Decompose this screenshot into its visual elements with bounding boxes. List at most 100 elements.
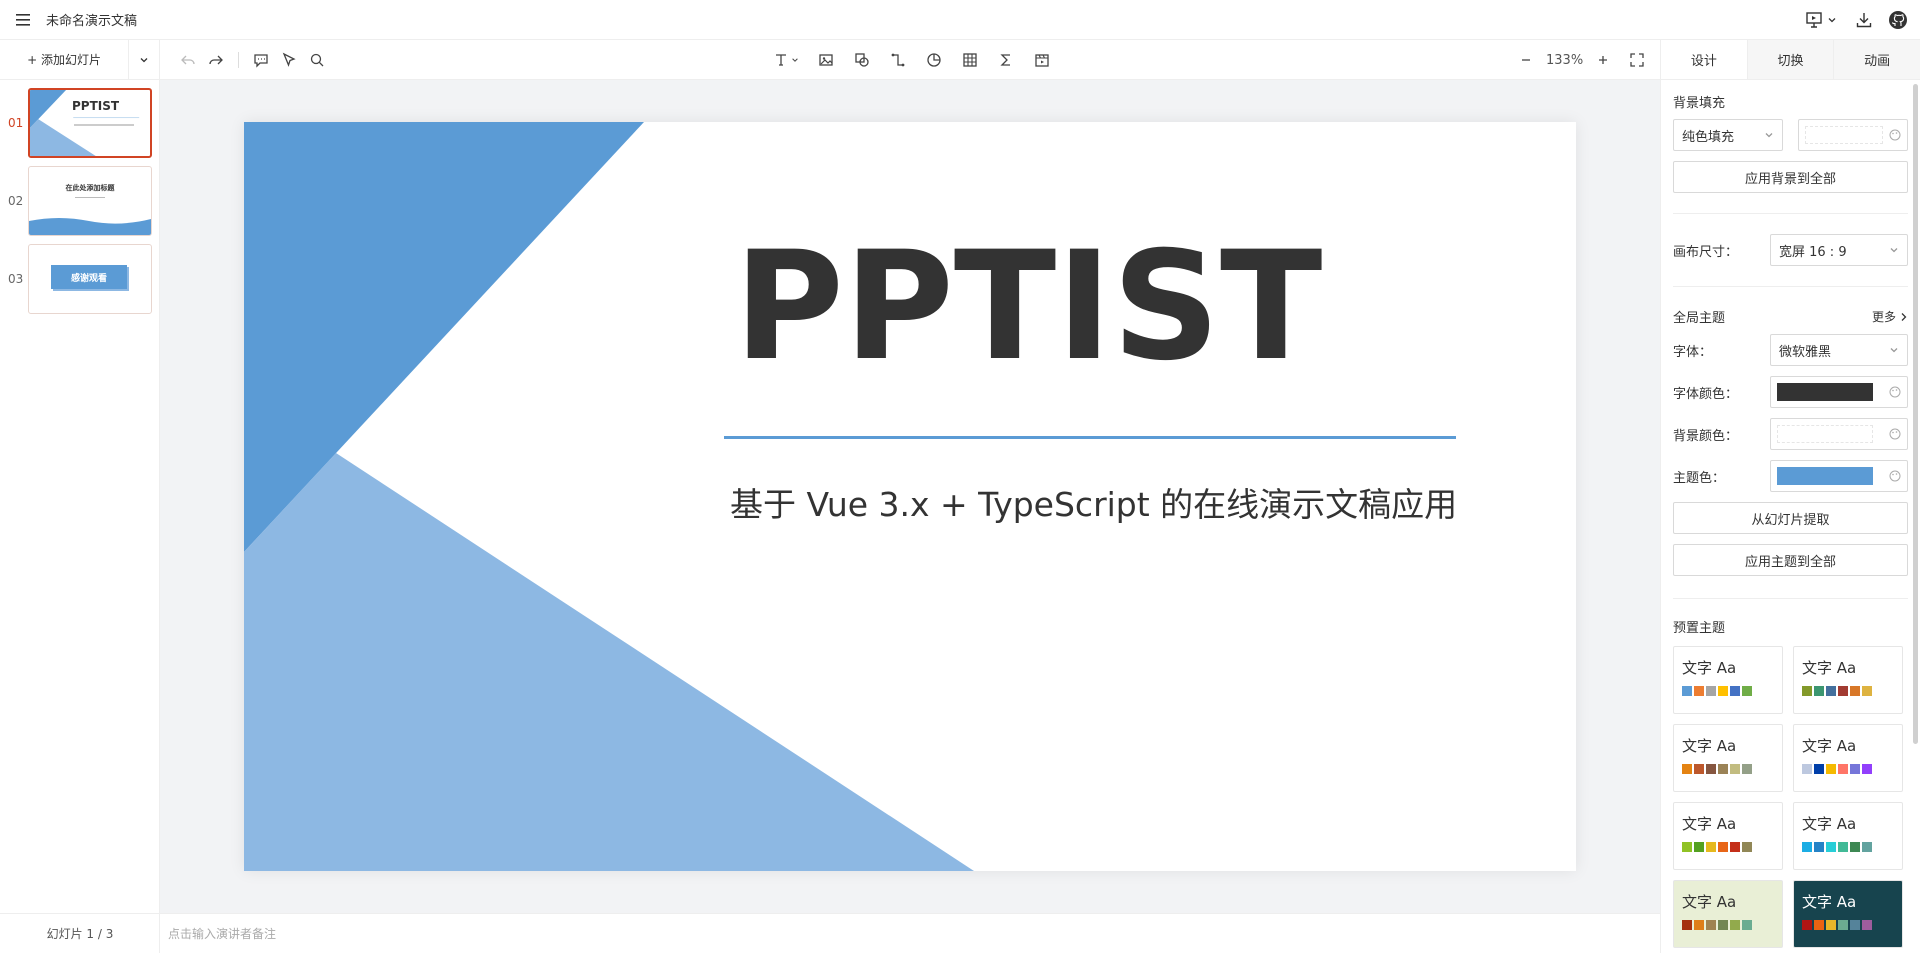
color-swatch [1742, 686, 1752, 696]
color-swatch [1742, 764, 1752, 774]
preset-theme-card[interactable]: 文字 Aa [1793, 646, 1903, 714]
redo-button[interactable] [202, 46, 230, 74]
color-swatch [1826, 920, 1836, 930]
sigma-icon [1000, 54, 1010, 66]
slide-subtitle[interactable]: 基于 Vue 3.x + TypeScript 的在线演示文稿应用 [730, 478, 1457, 526]
bg-color-picker[interactable] [1770, 418, 1908, 450]
select-button[interactable] [275, 46, 303, 74]
slide-thumbnail-2[interactable]: 在此处添加标题 [28, 166, 152, 236]
background-color-picker[interactable] [1798, 119, 1908, 151]
preset-theme-card[interactable]: 文字 Aa [1793, 802, 1903, 870]
search-button[interactable] [303, 46, 331, 74]
fill-type-select[interactable]: 纯色填充 [1673, 119, 1783, 151]
bg-color-row: 背景颜色： [1673, 418, 1908, 450]
font-select[interactable]: 微软雅黑 [1770, 334, 1908, 366]
zoom-in-button[interactable] [1589, 46, 1617, 74]
minus-icon [1522, 59, 1530, 61]
tab-design[interactable]: 设计 [1661, 40, 1747, 79]
speaker-notes-input[interactable]: 点击输入演讲者备注 [160, 913, 1660, 953]
preset-theme-title: 预置主题 [1673, 621, 1726, 636]
chevron-down-icon [140, 57, 148, 62]
section-divider [1673, 598, 1908, 599]
preset-theme-card[interactable]: 文字 Aa [1673, 724, 1783, 792]
insert-formula-button[interactable] [992, 46, 1020, 74]
color-swatch [1826, 842, 1836, 852]
preset-theme-sample-text: 文字 Aa [1682, 737, 1737, 755]
color-swatch [1826, 686, 1836, 696]
slide-title[interactable]: PPTIST [734, 232, 1322, 382]
preset-theme-card[interactable]: 文字 Aa [1673, 646, 1783, 714]
chevron-down-icon [1890, 348, 1898, 353]
preset-theme-card[interactable]: 文字 Aa [1793, 880, 1903, 948]
more-themes-link[interactable]: 更多 [1872, 308, 1908, 325]
extract-theme-button[interactable]: 从幻灯片提取 [1673, 502, 1908, 534]
more-label: 更多 [1871, 310, 1896, 324]
color-swatch [1730, 686, 1740, 696]
comment-icon [254, 54, 268, 68]
toolbar-separator [238, 52, 239, 68]
theme-color-label: 主题色： [1673, 470, 1726, 486]
apply-theme-all-button[interactable]: 应用主题到全部 [1673, 544, 1908, 576]
canvas-size-label: 画布尺寸： [1673, 244, 1739, 260]
insert-image-button[interactable] [812, 46, 840, 74]
preset-theme-colors [1682, 842, 1774, 852]
theme-color-picker[interactable] [1770, 460, 1908, 492]
color-swatch [1802, 920, 1812, 930]
add-slide-template-button[interactable] [129, 40, 159, 80]
thumbnail-row-2: 02 在此处添加标题 [0, 166, 160, 236]
download-icon [1856, 13, 1872, 28]
insert-text-button[interactable] [766, 46, 806, 74]
color-swatch [1694, 920, 1704, 930]
document-title[interactable]: 未命名演示文稿 [46, 10, 137, 29]
zoom-level[interactable]: 133% [1540, 53, 1589, 68]
preset-theme-card[interactable]: 文字 Aa [1673, 880, 1783, 948]
preset-theme-card[interactable]: 文字 Aa [1793, 724, 1903, 792]
chevron-down-icon [1765, 133, 1773, 138]
color-swatch [1682, 920, 1692, 930]
plus-icon [1599, 56, 1608, 64]
insert-line-button[interactable] [884, 46, 912, 74]
bg-color-swatch [1777, 425, 1873, 443]
preset-theme-colors [1802, 842, 1894, 852]
menu-button[interactable] [0, 0, 46, 40]
preset-theme-sample-text: 文字 Aa [1682, 815, 1737, 833]
slide-canvas[interactable]: PPTIST 基于 Vue 3.x + TypeScript 的在线演示文稿应用 [244, 122, 1576, 871]
slide-thumbnail-1[interactable]: PPTIST [28, 88, 152, 158]
apply-background-all-button[interactable]: 应用背景到全部 [1673, 161, 1908, 193]
canvas-size-select[interactable]: 宽屏 16 : 9 [1770, 234, 1908, 266]
present-button[interactable] [1796, 5, 1846, 35]
color-swatch [1730, 920, 1740, 930]
add-slide-button[interactable]: + 添加幻灯片 [0, 39, 130, 80]
download-button[interactable] [1848, 5, 1880, 35]
comment-button[interactable] [247, 46, 275, 74]
font-value: 微软雅黑 [1779, 344, 1832, 360]
color-swatch [1742, 842, 1752, 852]
color-swatch [1706, 920, 1716, 930]
tab-animation[interactable]: 动画 [1833, 40, 1920, 79]
palette-icon [1889, 428, 1901, 440]
top-header: 未命名演示文稿 [0, 0, 1920, 40]
font-color-picker[interactable] [1770, 376, 1908, 408]
color-swatch [1718, 764, 1728, 774]
github-button[interactable] [1882, 5, 1914, 35]
palette-icon [1889, 470, 1901, 482]
slide-divider-line[interactable] [724, 436, 1456, 439]
preset-theme-card[interactable]: 文字 Aa [1673, 802, 1783, 870]
redo-icon [209, 55, 223, 65]
insert-chart-button[interactable] [920, 46, 948, 74]
chevron-down-icon [1890, 248, 1898, 253]
canvas-toolbar: 133% [160, 40, 1660, 80]
thumbnail-title: PPTIST [72, 99, 120, 113]
insert-media-button[interactable] [1028, 46, 1056, 74]
preset-theme-colors [1802, 764, 1894, 774]
slide-thumbnail-3[interactable]: 感谢观看 [28, 244, 152, 314]
color-swatch [1838, 764, 1848, 774]
fullscreen-icon [1630, 53, 1644, 67]
undo-button[interactable] [174, 46, 202, 74]
fit-screen-button[interactable] [1623, 46, 1651, 74]
background-fill-row: 纯色填充 [1673, 119, 1908, 151]
insert-shape-button[interactable] [848, 46, 876, 74]
insert-table-button[interactable] [956, 46, 984, 74]
zoom-out-button[interactable] [1512, 46, 1540, 74]
tab-transition[interactable]: 切换 [1746, 40, 1834, 79]
